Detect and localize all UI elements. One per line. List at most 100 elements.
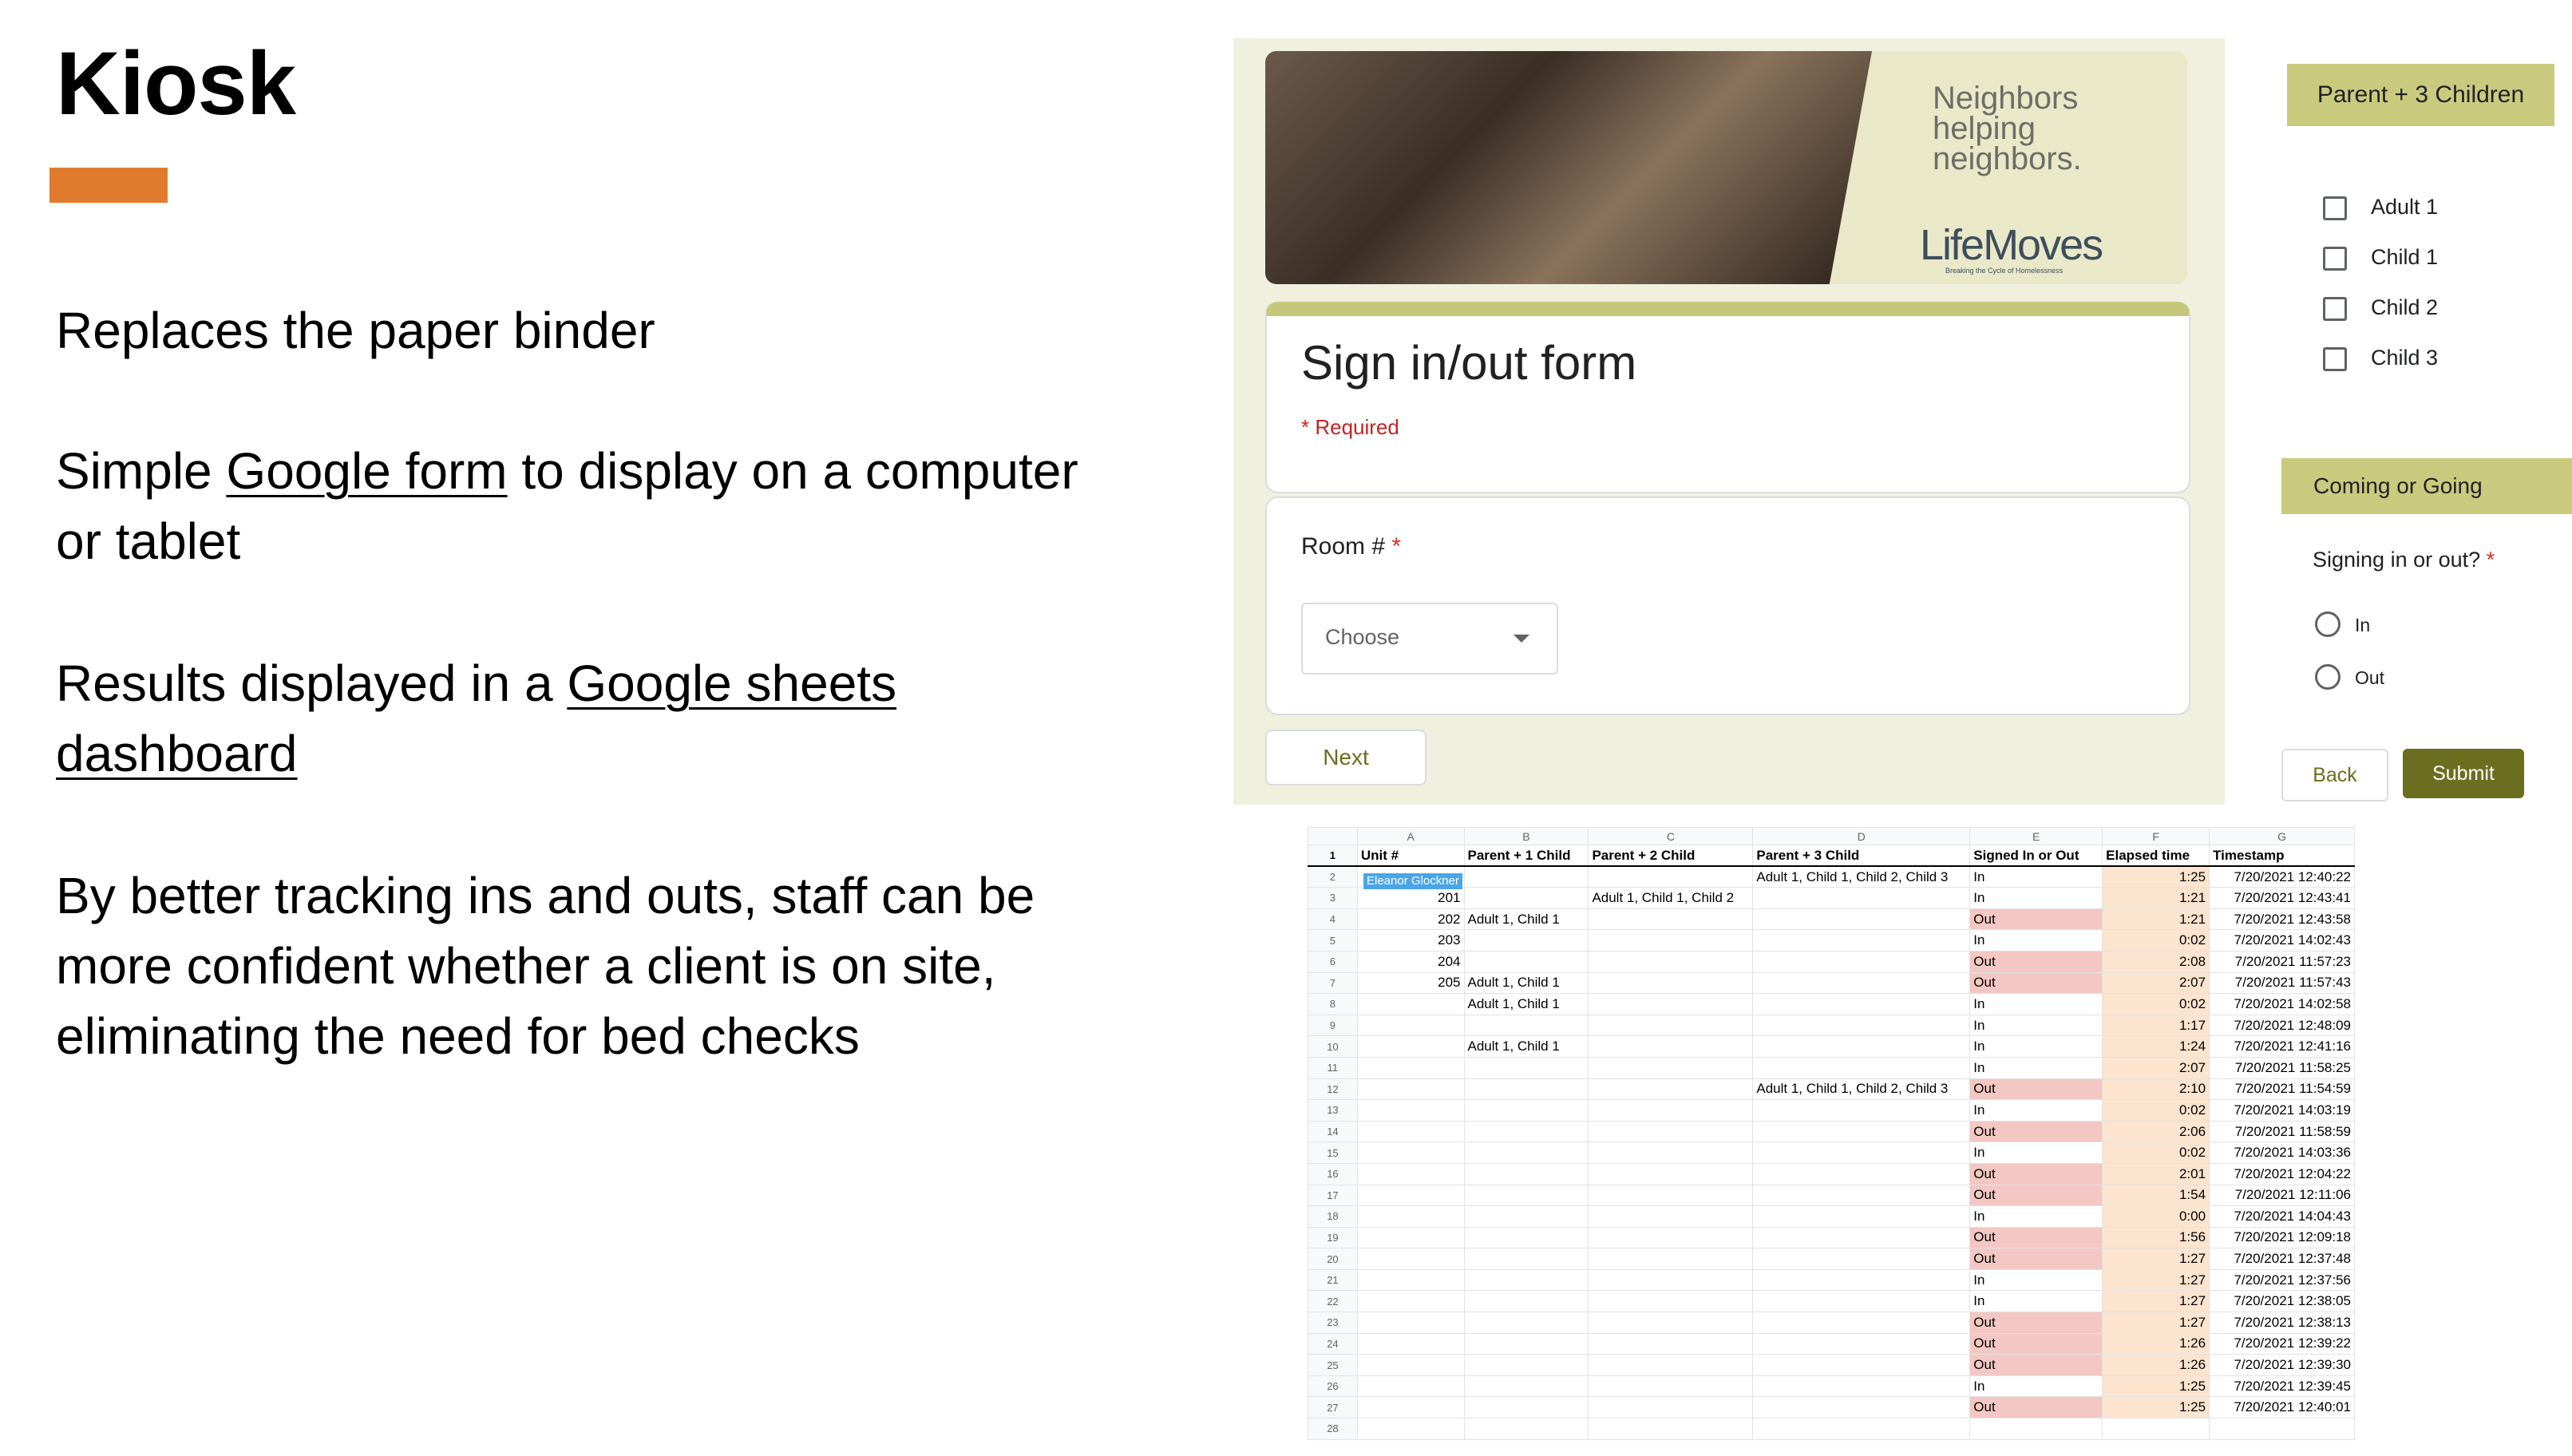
table-cell[interactable] [1588, 1396, 1754, 1419]
table-cell[interactable]: 1:27 [2102, 1290, 2210, 1313]
table-cell[interactable] [1588, 1078, 1754, 1101]
table-cell[interactable] [1463, 1205, 1589, 1228]
row-number[interactable]: 6 [1308, 950, 1358, 973]
table-cell[interactable] [1588, 1099, 1754, 1122]
row-number[interactable]: 2 [1308, 865, 1358, 888]
table-cell[interactable] [1752, 1396, 1971, 1419]
table-cell[interactable]: Adult 1, Child 1 [1463, 971, 1589, 995]
table-cell[interactable] [1752, 1290, 1971, 1313]
table-cell[interactable]: 1:24 [2102, 1035, 2210, 1058]
table-cell[interactable] [1752, 1205, 1971, 1228]
row-number[interactable]: 3 [1308, 887, 1358, 909]
header-cell[interactable]: Signed In or Out [1969, 845, 2103, 868]
table-cell[interactable] [1752, 1418, 1971, 1440]
table-cell[interactable] [1752, 1099, 1971, 1122]
column-letter[interactable]: B [1463, 827, 1589, 845]
table-cell[interactable] [1752, 1248, 1971, 1270]
table-cell[interactable] [1588, 1056, 1754, 1079]
table-cell[interactable]: Out [1969, 950, 2103, 973]
row-number[interactable]: 14 [1308, 1120, 1358, 1143]
table-cell[interactable]: In [1969, 1375, 2103, 1398]
table-cell[interactable] [1463, 1312, 1589, 1334]
submit-button[interactable]: Submit [2403, 749, 2524, 798]
table-cell[interactable]: 7/20/2021 14:04:43 [2209, 1205, 2355, 1228]
table-cell[interactable] [1463, 1056, 1589, 1079]
table-cell[interactable]: 7/20/2021 12:39:30 [2209, 1354, 2355, 1376]
table-cell[interactable]: 7/20/2021 12:38:05 [2209, 1290, 2355, 1313]
table-cell[interactable] [1356, 1375, 1465, 1398]
table-cell[interactable]: 7/20/2021 12:09:18 [2209, 1226, 2355, 1249]
table-cell[interactable]: 1:26 [2102, 1354, 2210, 1376]
table-cell[interactable]: 7/20/2021 12:41:16 [2209, 1035, 2355, 1058]
table-cell[interactable] [1588, 1248, 1754, 1270]
table-cell[interactable]: 7/20/2021 11:58:25 [2209, 1056, 2355, 1079]
table-cell[interactable] [1752, 1268, 1971, 1292]
row-number[interactable]: 12 [1308, 1078, 1358, 1101]
table-cell[interactable] [1752, 1375, 1971, 1398]
table-cell[interactable] [1752, 1014, 1971, 1037]
table-cell[interactable] [1356, 1141, 1465, 1164]
table-cell[interactable]: 0:02 [2102, 929, 2210, 952]
table-cell[interactable] [1752, 1056, 1971, 1079]
table-cell[interactable]: 7/20/2021 12:40:22 [2209, 865, 2355, 888]
table-cell[interactable]: 1:54 [2102, 1184, 2210, 1207]
table-cell[interactable] [1588, 865, 1754, 888]
table-cell[interactable]: 7/20/2021 12:40:01 [2209, 1396, 2355, 1419]
table-cell[interactable] [1463, 1248, 1589, 1270]
table-cell[interactable] [1752, 929, 1971, 952]
table-cell[interactable] [1356, 1056, 1465, 1079]
table-cell[interactable]: In [1969, 1205, 2103, 1228]
table-cell[interactable] [1588, 1375, 1754, 1398]
header-cell[interactable]: Timestamp [2209, 845, 2355, 868]
table-cell[interactable] [1752, 1354, 1971, 1376]
table-cell[interactable]: 7/20/2021 14:03:36 [2209, 1141, 2355, 1164]
table-cell[interactable]: Adult 1, Child 1 [1463, 1035, 1589, 1058]
column-letter[interactable]: C [1588, 827, 1754, 845]
row-number[interactable]: 1 [1308, 845, 1358, 868]
table-cell[interactable]: 0:00 [2102, 1205, 2210, 1228]
table-cell[interactable] [1463, 1396, 1589, 1419]
row-number[interactable]: 23 [1308, 1312, 1358, 1334]
table-cell[interactable]: 1:17 [2102, 1014, 2210, 1037]
table-cell[interactable]: In [1969, 1141, 2103, 1164]
table-cell[interactable]: Out [1969, 1078, 2103, 1101]
row-number[interactable]: 19 [1308, 1226, 1358, 1249]
row-number[interactable]: 21 [1308, 1268, 1358, 1292]
table-cell[interactable]: 203 [1356, 929, 1465, 952]
table-cell[interactable] [1752, 993, 1971, 1015]
table-cell[interactable]: In [1969, 865, 2103, 888]
row-number[interactable]: 20 [1308, 1248, 1358, 1270]
row-number[interactable]: 18 [1308, 1205, 1358, 1228]
table-cell[interactable]: Out [1969, 1120, 2103, 1143]
row-number[interactable]: 17 [1308, 1184, 1358, 1207]
table-cell[interactable] [1356, 1035, 1465, 1058]
table-cell[interactable] [1356, 1099, 1465, 1122]
table-cell[interactable] [1588, 1141, 1754, 1164]
table-cell[interactable] [1588, 950, 1754, 973]
table-cell[interactable] [1588, 1354, 1754, 1376]
table-cell[interactable]: 7/20/2021 12:37:48 [2209, 1248, 2355, 1270]
table-cell[interactable]: 1:27 [2102, 1268, 2210, 1292]
table-cell[interactable]: 202 [1356, 908, 1465, 931]
table-cell[interactable]: 7/20/2021 14:02:58 [2209, 993, 2355, 1015]
table-cell[interactable] [1588, 1226, 1754, 1249]
table-cell[interactable]: 2:07 [2102, 971, 2210, 995]
table-cell[interactable] [1356, 1248, 1465, 1270]
table-cell[interactable] [1463, 1099, 1589, 1122]
table-cell[interactable]: 2:07 [2102, 1056, 2210, 1079]
table-cell[interactable]: 7/20/2021 12:43:58 [2209, 908, 2355, 931]
header-cell[interactable]: Unit # [1356, 845, 1465, 868]
row-number[interactable]: 22 [1308, 1290, 1358, 1313]
table-cell[interactable] [1588, 1332, 1754, 1355]
table-cell[interactable] [1588, 908, 1754, 931]
table-cell[interactable]: Adult 1, Child 1, Child 2, Child 3 [1752, 1078, 1971, 1101]
header-cell[interactable]: Parent + 1 Child [1463, 845, 1589, 868]
table-cell[interactable]: 7/20/2021 12:04:22 [2209, 1162, 2355, 1185]
table-cell[interactable] [1752, 971, 1971, 995]
table-cell[interactable]: Adult 1, Child 1 [1463, 993, 1589, 1015]
table-cell[interactable] [1356, 1205, 1465, 1228]
row-number[interactable]: 27 [1308, 1396, 1358, 1419]
table-cell[interactable]: 7/20/2021 12:11:06 [2209, 1184, 2355, 1207]
table-cell[interactable]: 7/20/2021 12:38:13 [2209, 1312, 2355, 1334]
column-letter[interactable]: E [1969, 827, 2103, 845]
